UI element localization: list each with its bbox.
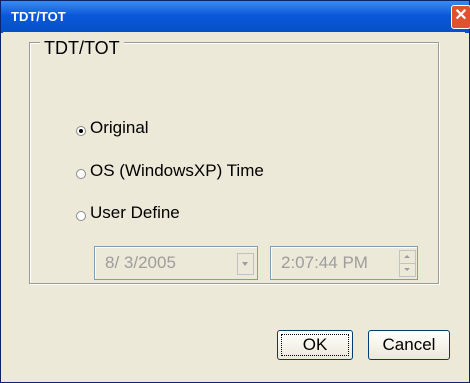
window-title: TDT/TOT	[11, 9, 66, 24]
ok-button-label: OK	[281, 334, 349, 356]
chevron-down-icon[interactable]	[237, 253, 254, 275]
time-picker[interactable]: 2:07:44 PM	[270, 246, 418, 280]
time-value: 2:07:44 PM	[281, 253, 368, 272]
date-value: 8/ 3/2005	[105, 253, 176, 272]
cancel-button[interactable]: Cancel	[368, 330, 450, 360]
spin-up-icon[interactable]	[399, 250, 416, 264]
ok-button[interactable]: OK	[277, 330, 353, 360]
radio-original[interactable]: Original	[76, 118, 316, 144]
radio-os-time[interactable]: OS (WindowsXP) Time	[76, 161, 316, 187]
radio-user-define[interactable]: User Define	[76, 203, 316, 229]
close-icon: ✕	[454, 7, 468, 24]
groupbox-label: TDT/TOT	[40, 38, 124, 59]
date-picker[interactable]: 8/ 3/2005	[94, 246, 258, 280]
radio-label: User Define	[90, 203, 180, 222]
close-button[interactable]: ✕	[451, 5, 470, 29]
spin-control[interactable]	[399, 250, 416, 277]
title-bar[interactable]: TDT/TOT ✕	[1, 1, 470, 33]
radio-label: Original	[90, 118, 149, 137]
radio-indicator[interactable]	[76, 211, 86, 221]
radio-indicator[interactable]	[76, 126, 86, 136]
radio-indicator[interactable]	[76, 169, 86, 179]
spin-down-icon[interactable]	[399, 263, 416, 277]
radio-label: OS (WindowsXP) Time	[90, 161, 264, 180]
